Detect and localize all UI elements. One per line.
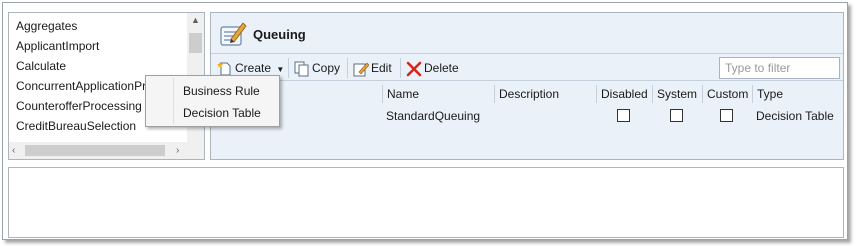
panel-title: Queuing <box>253 27 306 42</box>
list-item[interactable]: CounterofferProcessing <box>16 96 142 116</box>
menu-gutter <box>173 78 174 124</box>
list-item[interactable]: CreditBureauSelection <box>16 116 136 136</box>
queue-edit-icon <box>220 22 247 46</box>
create-dropdown-menu: Business Rule Decision Table <box>145 75 280 127</box>
create-button[interactable]: Create ▼ <box>217 60 284 76</box>
create-label: Create <box>235 61 272 75</box>
copy-label: Copy <box>312 61 341 75</box>
window-frame: Aggregates ApplicantImport Calculate Con… <box>2 2 848 240</box>
custom-checkbox[interactable] <box>720 109 733 122</box>
horizontal-scrollbar[interactable]: ‹ › <box>9 142 204 159</box>
scroll-right-icon[interactable]: › <box>176 145 179 156</box>
toolbar-divider <box>288 58 289 78</box>
column-header-description[interactable]: Description <box>494 85 596 103</box>
disabled-checkbox[interactable] <box>617 109 630 122</box>
list-item[interactable]: ApplicantImport <box>16 36 99 56</box>
edit-icon <box>353 62 369 77</box>
toolbar: Create ▼ Copy Edit Delete Type to filter <box>211 53 843 81</box>
delete-x-icon <box>406 61 422 77</box>
list-item[interactable]: Calculate <box>16 56 66 76</box>
column-header-system[interactable]: System <box>652 85 702 103</box>
list-item[interactable]: Aggregates <box>16 16 77 36</box>
system-checkbox[interactable] <box>670 109 683 122</box>
toolbar-divider <box>400 58 401 78</box>
rules-grid: Name Description Disabled System Custom … <box>211 82 843 159</box>
edit-button[interactable]: Edit <box>353 60 392 77</box>
rules-panel: Queuing Create ▼ Copy Edit Delete Type t… <box>210 12 844 160</box>
detail-panel <box>8 167 844 238</box>
delete-label: Delete <box>424 61 459 75</box>
scroll-up-icon[interactable]: ▲ <box>190 15 201 25</box>
column-header-custom[interactable]: Custom <box>702 85 752 103</box>
toolbar-divider <box>347 58 348 78</box>
copy-icon <box>294 61 309 77</box>
edit-label: Edit <box>371 61 392 75</box>
column-header-type[interactable]: Type <box>752 85 842 103</box>
scroll-left-icon[interactable]: ‹ <box>12 145 15 156</box>
column-header-name[interactable]: Name <box>382 85 494 103</box>
horizontal-scroll-thumb[interactable] <box>25 145 165 156</box>
filter-input[interactable] <box>719 57 840 79</box>
cell-name: StandardQueuing <box>386 109 481 123</box>
cell-description <box>494 107 498 125</box>
vertical-scroll-thumb[interactable] <box>189 33 202 53</box>
menu-item-business-rule[interactable]: Business Rule <box>183 81 260 101</box>
chevron-down-icon: ▼ <box>276 65 285 74</box>
delete-button[interactable]: Delete <box>406 60 459 77</box>
menu-item-decision-table[interactable]: Decision Table <box>183 103 261 123</box>
cell-type: Decision Table <box>756 109 834 123</box>
copy-button[interactable]: Copy <box>294 60 341 77</box>
column-header-disabled[interactable]: Disabled <box>596 85 652 103</box>
